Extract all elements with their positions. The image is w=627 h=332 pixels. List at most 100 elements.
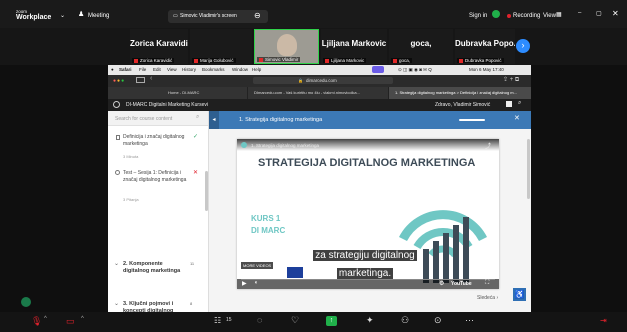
play-icon[interactable]: ▶ [242,280,247,287]
zoom-status-icon[interactable] [372,66,384,73]
share-icon[interactable]: ⤴ [485,141,491,150]
share-screen-icon[interactable]: ↑ [326,316,337,326]
mic-muted-icon [459,58,463,63]
course-search-input[interactable]: Search for course content ⌕ [108,111,208,126]
sidebar-toggle-icon[interactable] [136,77,145,83]
participant-tile[interactable]: Marija Golubović [190,29,252,64]
chat-icon[interactable]: ◌ [257,315,262,325]
mic-muted-icon [325,58,329,63]
participant-tile[interactable]: Dubravka Popo... Dubravka Popović [455,29,515,64]
menu-window[interactable]: Window [232,67,248,72]
grid-icon: ▦ [556,12,562,18]
menu-help[interactable]: Help [252,67,261,72]
youtube-logo[interactable]: YouTube [451,281,472,287]
chevron-down-icon[interactable]: ⌄ [60,12,65,19]
lesson-title: Definicija i značaj digitalnog marketing… [123,134,185,147]
zoom-app-icon[interactable] [21,297,31,307]
section-item[interactable]: ⌄ 2. Komponente digitalnog marketinga 11 [108,260,204,290]
menu-edit[interactable]: Edit [153,67,161,72]
check-icon: ✓ [193,134,199,140]
video-options-icon[interactable]: ^ [81,316,84,322]
menu-safari[interactable]: Safari [119,67,132,72]
search-icon: ⌕ [196,114,200,120]
ai-companion-icon[interactable]: ✦ [366,315,374,326]
settings-icon[interactable]: ⚙ [439,280,444,287]
mic-options-icon[interactable]: ^ [44,316,47,322]
accessibility-button[interactable]: ♿ [513,288,526,301]
record-icon[interactable]: ⊙ [434,315,442,326]
view-button[interactable]: View [543,13,556,19]
participant-tile[interactable]: Zorica Karavidić Zorica Karavidić [130,29,188,64]
fail-icon: ✕ [193,170,199,176]
section-item[interactable]: ⌄ 3. Ključni pojmovi i koncepti digitaln… [108,300,204,321]
back-icon[interactable]: ‹ [150,75,152,82]
apple-icon[interactable]: ● [111,67,114,72]
browser-tab[interactable]: DImarcedu.com - Vaš kurirtitu mo 4lu - v… [248,87,389,99]
address-bar[interactable]: 🔒 dimarcedu.com [253,77,393,84]
video-controls: ▶ ◖ ⚙ YouTube ⛶ [237,279,499,289]
participant-tile-video[interactable]: Simovic Vladimir [254,29,319,64]
browser-tab-active[interactable]: 1. Strategija digitalnog marketinga > De… [389,87,531,99]
participant-name: Zorica Karavidić [130,39,188,48]
content-scrollbar[interactable] [527,139,530,199]
video-player[interactable]: 1. Strategija digitalnog marketinga ⤴ ST… [237,139,499,289]
section-count: 11 [190,261,195,266]
search-icon[interactable]: ⌕ [518,100,521,107]
next-lesson-link[interactable]: Sledeća › [477,295,498,301]
maximize-icon[interactable]: ▢ [596,10,602,17]
minimize-icon[interactable]: – [578,10,581,16]
sign-in-link[interactable]: Sign in [469,13,487,19]
more-icon[interactable]: ⋯ [465,315,474,326]
browser-actions-icon[interactable]: ⇪ + ⧉ [503,76,519,84]
participants-count: 15 [226,317,232,323]
lesson-meta: 3 Pitanja [123,197,139,202]
lesson-item[interactable]: Definicija i značaj digitalnog marketing… [108,133,204,163]
participant-name: Dubravka Popo... [455,39,515,48]
progress-bar [459,119,485,121]
course-title[interactable]: DI-MARC Digitalni Marketing Kursevi [126,102,208,108]
more-videos-button[interactable]: MORE VIDEOS [241,262,274,269]
lms-header: DI-MARC Digitalni Marketing Kursevi Zdra… [108,99,531,111]
recording-label[interactable]: Recording [513,13,540,19]
browser-toolbar: ●●● ‹ 🔒 dimarcedu.com ⇪ + ⧉ Home - DI-MA… [108,75,531,99]
close-icon[interactable]: ✕ [514,114,520,122]
menu-view[interactable]: View [167,67,177,72]
record-dot-icon [507,14,511,18]
search-placeholder: Search for course content [115,116,173,122]
menu-file[interactable]: File [139,67,146,72]
menu-history[interactable]: History [182,67,196,72]
user-greeting[interactable]: Zdravo, Vladimir Simović [435,102,490,108]
participants-icon[interactable]: ☷ [214,316,221,325]
menu-icon[interactable] [506,101,512,107]
sidebar-scrollbar[interactable] [205,171,208,211]
volume-icon[interactable]: ◖ [254,280,258,286]
mic-muted-icon [259,57,263,62]
stop-share-icon[interactable]: ⊖ [254,11,261,20]
video-top-text: 1. Strategija digitalnog marketinga [251,143,320,148]
lesson-header: 1. Strategija digitalnog marketinga [239,117,323,123]
browser-tab[interactable]: Home - DI-MARC [108,87,248,99]
system-clock: Mon 6 May 17:40 [469,67,504,72]
share-indicator[interactable]: ▭ Simovic Vladimir's screen ⊖ [168,10,268,23]
mic-muted-icon [134,58,138,63]
next-page-button[interactable]: › [516,39,530,53]
video-off-icon[interactable]: ▭ [66,316,75,327]
collapse-sidebar-button[interactable]: ◂ [209,111,219,129]
close-icon[interactable]: ✕ [612,9,619,18]
seek-bar[interactable] [241,279,495,280]
react-icon[interactable]: ♡ [291,315,299,326]
channel-avatar [241,142,247,148]
participant-tile[interactable]: Ljiljana Markovic Ljiljana Markovic [321,29,387,64]
section-title: 2. Komponente digitalnog marketinga [123,261,181,274]
fullscreen-icon[interactable]: ⛶ [485,280,489,287]
mic-muted-icon[interactable]: 🎙 [31,316,42,327]
participant-label: Dubravka Popović [457,58,504,63]
meeting-label[interactable]: Meeting [88,13,109,19]
leave-icon[interactable]: ⇥ [600,316,607,325]
zoom-toolbar: 🎙 ^ ▭ ^ ☷ 15 ◌ ♡ ↑ ✦ ⚇ ⊙ ⋯ ⇥ [0,312,627,332]
participant-tile[interactable]: goca, goca, [389,29,453,64]
menu-bookmarks[interactable]: Bookmarks [202,67,225,72]
lesson-meta: 3 Minuta [123,154,139,159]
lesson-item[interactable]: Test – Sesija 1: Definicija i značaj dig… [108,169,204,207]
apps-icon[interactable]: ⚇ [401,315,409,326]
